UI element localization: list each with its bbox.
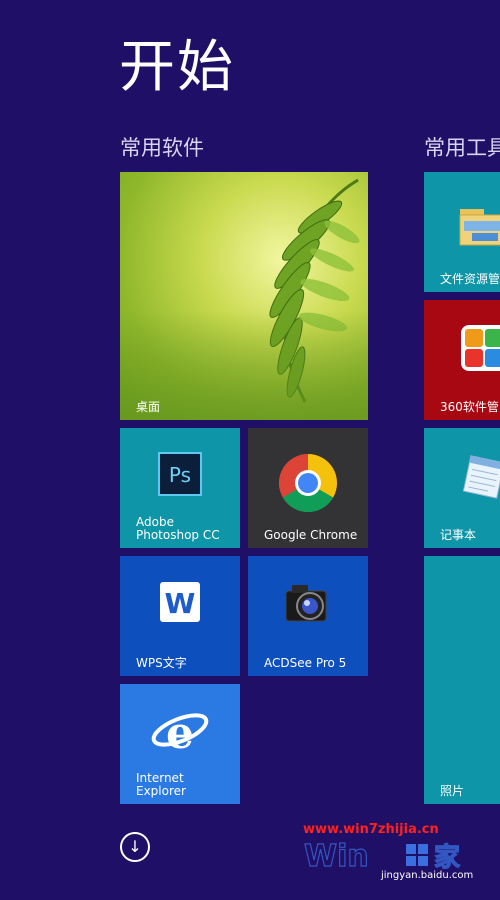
camera-icon <box>285 584 327 622</box>
tile-label: WPS文字 <box>136 655 187 670</box>
svg-text:Ps: Ps <box>169 463 191 487</box>
360-icon <box>461 325 500 371</box>
watermark-logo: Win 家 <box>303 838 460 872</box>
tile-file-explorer[interactable]: 文件资源管 <box>424 172 500 292</box>
tile-wps[interactable]: W WPS文字 <box>120 556 240 676</box>
tile-label: 文件资源管 <box>440 271 500 286</box>
tile-photos[interactable]: 照片 <box>424 556 500 804</box>
wps-icon: W <box>160 581 200 622</box>
tile-internet-explorer[interactable]: e Internet Explorer <box>120 684 240 804</box>
tile-label: 照片 <box>440 783 465 798</box>
svg-text:W: W <box>165 587 196 620</box>
notepad-icon <box>462 455 500 499</box>
tile-desktop[interactable]: 桌面 <box>120 172 368 420</box>
svg-text:e: e <box>166 708 194 758</box>
svg-text:Win: Win <box>304 839 369 872</box>
tile-label: 桌面 <box>136 399 161 414</box>
tile-label: 360软件管 <box>440 399 499 414</box>
watermark-url: www.win7zhijia.cn <box>303 822 439 837</box>
tile-360-software[interactable]: 360软件管 <box>424 300 500 420</box>
tile-photoshop[interactable]: Ps Adobe Photoshop CC <box>120 428 240 548</box>
down-arrow-icon: ↓ <box>128 837 142 856</box>
tile-label: 记事本 <box>440 527 477 542</box>
start-screen: 开始 常用软件 常用工具 桌面 Ps Adobe Photoshop CC Go… <box>0 0 500 900</box>
tile-acdsee[interactable]: ACDSee Pro 5 <box>248 556 368 676</box>
group-header-common-software[interactable]: 常用软件 <box>120 138 204 159</box>
start-title: 开始 <box>119 35 235 100</box>
tile-notepad[interactable]: 记事本 <box>424 428 500 548</box>
chrome-icon <box>279 454 337 513</box>
tile-label: ACDSee Pro 5 <box>264 655 347 670</box>
ie-icon: e <box>151 708 209 758</box>
svg-text:家: 家 <box>434 842 460 872</box>
tile-label: Google Chrome <box>264 527 358 542</box>
folder-icon <box>459 208 500 246</box>
tile-label: Internet Explorer <box>136 770 186 798</box>
all-apps-button[interactable]: ↓ <box>120 832 150 862</box>
tile-chrome[interactable]: Google Chrome <box>248 428 368 548</box>
group-header-common-tools[interactable]: 常用工具 <box>424 138 500 159</box>
tile-label: Adobe Photoshop CC <box>136 514 220 542</box>
photoshop-icon: Ps <box>158 451 202 496</box>
watermark-sub: jingyan.baidu.com <box>381 870 474 881</box>
